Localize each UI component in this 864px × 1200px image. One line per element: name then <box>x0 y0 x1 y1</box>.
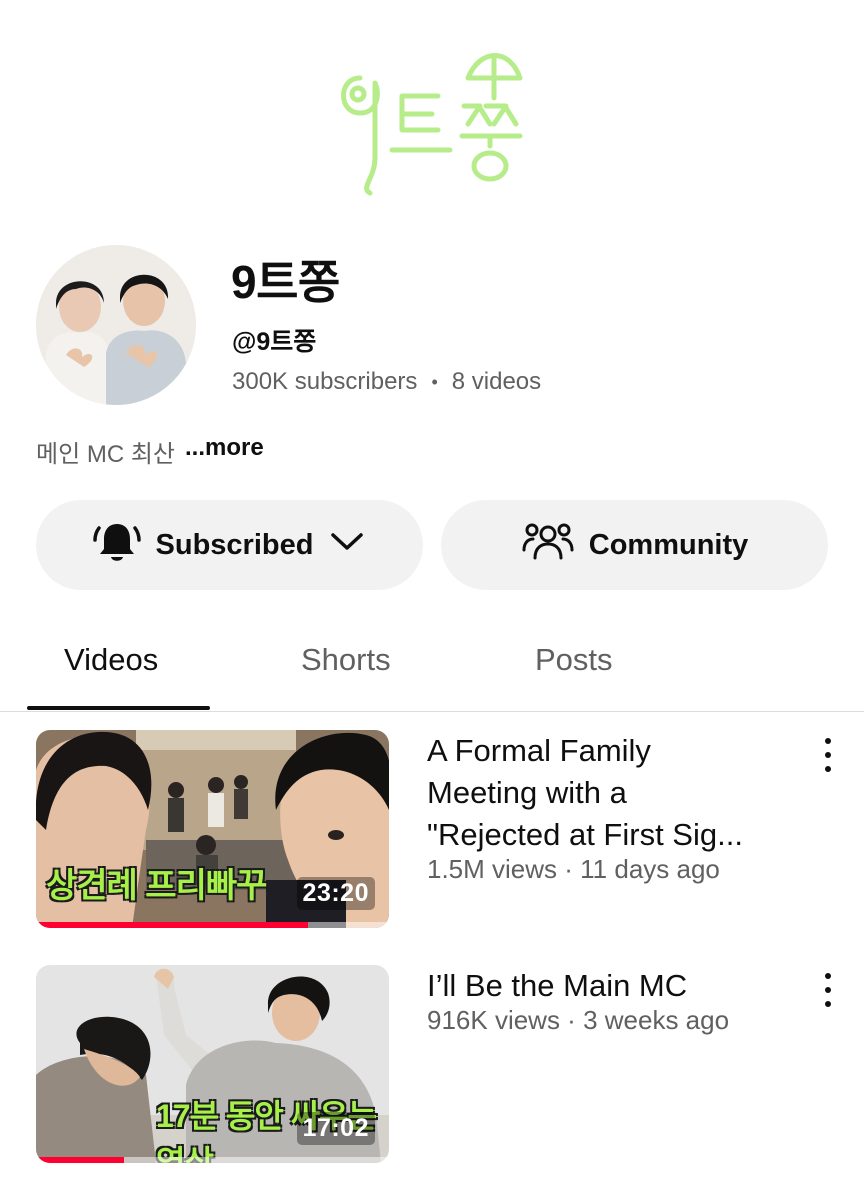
channel-logo-art <box>341 53 523 196</box>
video-thumbnail[interactable]: 상견례 프리빠꾸 23:20 <box>36 730 389 928</box>
tab-posts[interactable]: Posts <box>535 642 613 678</box>
subscribed-button[interactable]: Subscribed <box>36 500 423 590</box>
video-title[interactable]: A Formal Family Meeting with a "Rejected… <box>427 730 797 856</box>
video-title-line: Meeting with a <box>427 775 627 810</box>
community-icon <box>521 518 575 572</box>
description-more-link[interactable]: ...more <box>185 434 264 469</box>
description-text: 메인 MC 최산 <box>36 441 175 468</box>
tab-shorts[interactable]: Shorts <box>301 642 391 678</box>
active-tab-indicator <box>27 706 210 710</box>
video-title-line: "Rejected at First Sig... <box>427 817 743 852</box>
chevron-down-icon <box>327 526 367 564</box>
video-title[interactable]: I’ll Be the Main MC <box>427 965 797 1007</box>
channel-handle: @9트쫑 <box>232 328 317 356</box>
more-vert-icon[interactable] <box>818 973 838 1007</box>
channel-name: 9트쫑 <box>231 256 340 308</box>
video-thumbnail[interactable]: 17분 동안 싸우는 영상 17:02 <box>36 965 389 1163</box>
video-duration: 23:20 <box>296 877 375 910</box>
community-button[interactable]: Community <box>441 500 828 590</box>
channel-tabs: Videos Shorts Posts <box>0 620 864 712</box>
video-title-line: I’ll Be the Main MC <box>427 968 688 1003</box>
video-meta: 916K views · 3 weeks ago <box>427 1005 730 1035</box>
video-meta: 1.5M views · 11 days ago <box>427 854 720 884</box>
bell-icon <box>92 516 142 574</box>
channel-banner <box>0 0 864 215</box>
channel-description[interactable]: 메인 MC 최산 ...more <box>36 434 264 469</box>
channel-stats: 300K subscribers • 8 videos <box>232 368 541 396</box>
subscribed-label: Subscribed <box>155 528 314 561</box>
watch-progress-bar <box>36 922 308 928</box>
watch-progress-bar <box>36 1157 125 1163</box>
channel-avatar[interactable] <box>36 245 196 405</box>
community-label: Community <box>588 528 749 561</box>
video-duration: 17:02 <box>296 1112 375 1145</box>
more-vert-icon[interactable] <box>818 738 838 772</box>
stats-separator: • <box>431 371 438 392</box>
thumbnail-caption: 상견례 프리빠꾸 <box>46 867 267 905</box>
video-title-line: A Formal Family <box>427 733 651 768</box>
video-count: 8 videos <box>451 368 542 395</box>
tab-videos[interactable]: Videos <box>64 642 158 678</box>
subscriber-count: 300K subscribers <box>232 368 418 395</box>
